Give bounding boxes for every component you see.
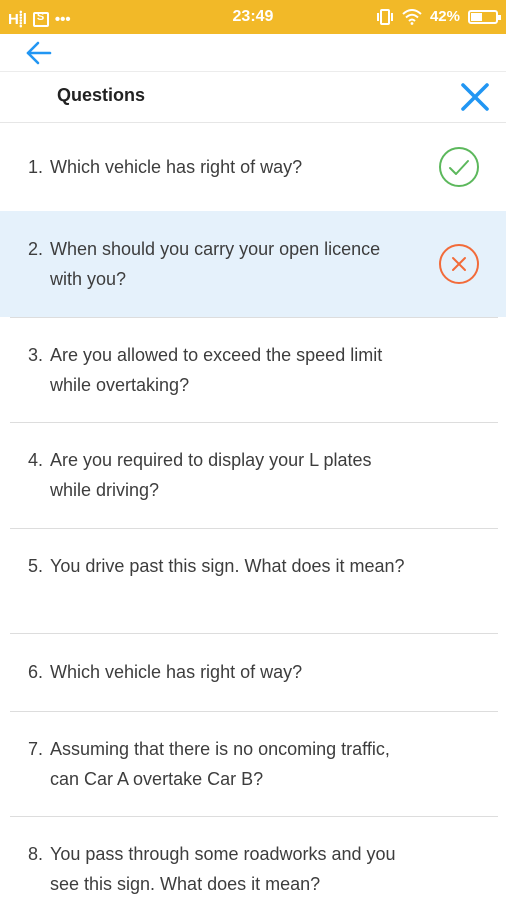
question-item[interactable]: 4. Are you required to display your L pla… <box>0 422 506 529</box>
question-number: 4. <box>28 450 44 470</box>
arrow-left-icon <box>26 41 52 65</box>
question-item[interactable]: 3. Are you allowed to exceed the speed li… <box>0 317 506 423</box>
question-item[interactable]: 8. You pass through some roadworks and yo… <box>0 816 506 900</box>
question-number: 6. <box>28 662 44 682</box>
top-nav <box>0 34 506 72</box>
question-item[interactable]: 7. Assuming that there is no oncoming tra… <box>0 711 506 817</box>
page-header: Questions <box>0 72 506 123</box>
question-label: Which vehicle has right of way? <box>50 662 303 682</box>
battery-icon <box>468 9 501 24</box>
status-right: 42% <box>376 8 501 25</box>
question-label: Are you allowed to exceed the speed limi… <box>50 345 383 395</box>
battery-percent: 42% <box>429 8 460 25</box>
question-text: 2. When should you carry your open licenc… <box>28 234 416 294</box>
question-label: You pass through some roadworks and you … <box>50 844 396 894</box>
question-number: 3. <box>28 345 44 365</box>
question-item[interactable]: 2. When should you carry your open licenc… <box>0 211 506 318</box>
close-icon <box>461 83 489 111</box>
question-number: 8. <box>28 844 44 864</box>
question-label: When should you carry your open licence … <box>50 239 381 289</box>
close-button[interactable] <box>458 80 492 114</box>
wifi-icon <box>402 8 422 25</box>
question-number: 1. <box>28 157 44 177</box>
question-label: You drive past this sign. What does it m… <box>50 556 405 576</box>
question-label: Are you required to display your L plate… <box>50 450 372 500</box>
question-number: 7. <box>28 739 44 759</box>
question-text: 4. Are you required to display your L pla… <box>28 445 416 505</box>
question-item[interactable]: 5. You drive past this sign. What does it… <box>0 528 506 634</box>
question-list: 1. Which vehicle has right of way? 2. When … <box>0 123 506 900</box>
cross-circle-icon <box>439 244 479 284</box>
question-text: 6. Which vehicle has right of way? <box>28 657 416 687</box>
question-label: Assuming that there is no oncoming traff… <box>50 739 390 789</box>
question-number: 5. <box>28 556 44 576</box>
question-text: 5. You drive past this sign. What does it… <box>28 551 416 581</box>
question-item[interactable]: 1. Which vehicle has right of way? <box>0 123 506 212</box>
vibrate-icon <box>376 8 393 25</box>
page-title: Questions <box>57 85 146 105</box>
question-label: Which vehicle has right of way? <box>50 157 303 177</box>
back-button[interactable] <box>24 38 58 68</box>
question-item[interactable]: 6. Which vehicle has right of way? <box>0 633 506 712</box>
question-number: 2. <box>28 239 44 259</box>
status-bar: H⸽l ••• 23:49 42% <box>0 0 506 34</box>
question-text: 8. You pass through some roadworks and yo… <box>28 839 416 899</box>
check-circle-icon <box>439 147 479 187</box>
question-text: 1. Which vehicle has right of way? <box>28 152 416 182</box>
question-text: 3. Are you allowed to exceed the speed li… <box>28 340 416 400</box>
question-text: 7. Assuming that there is no oncoming tra… <box>28 734 416 794</box>
